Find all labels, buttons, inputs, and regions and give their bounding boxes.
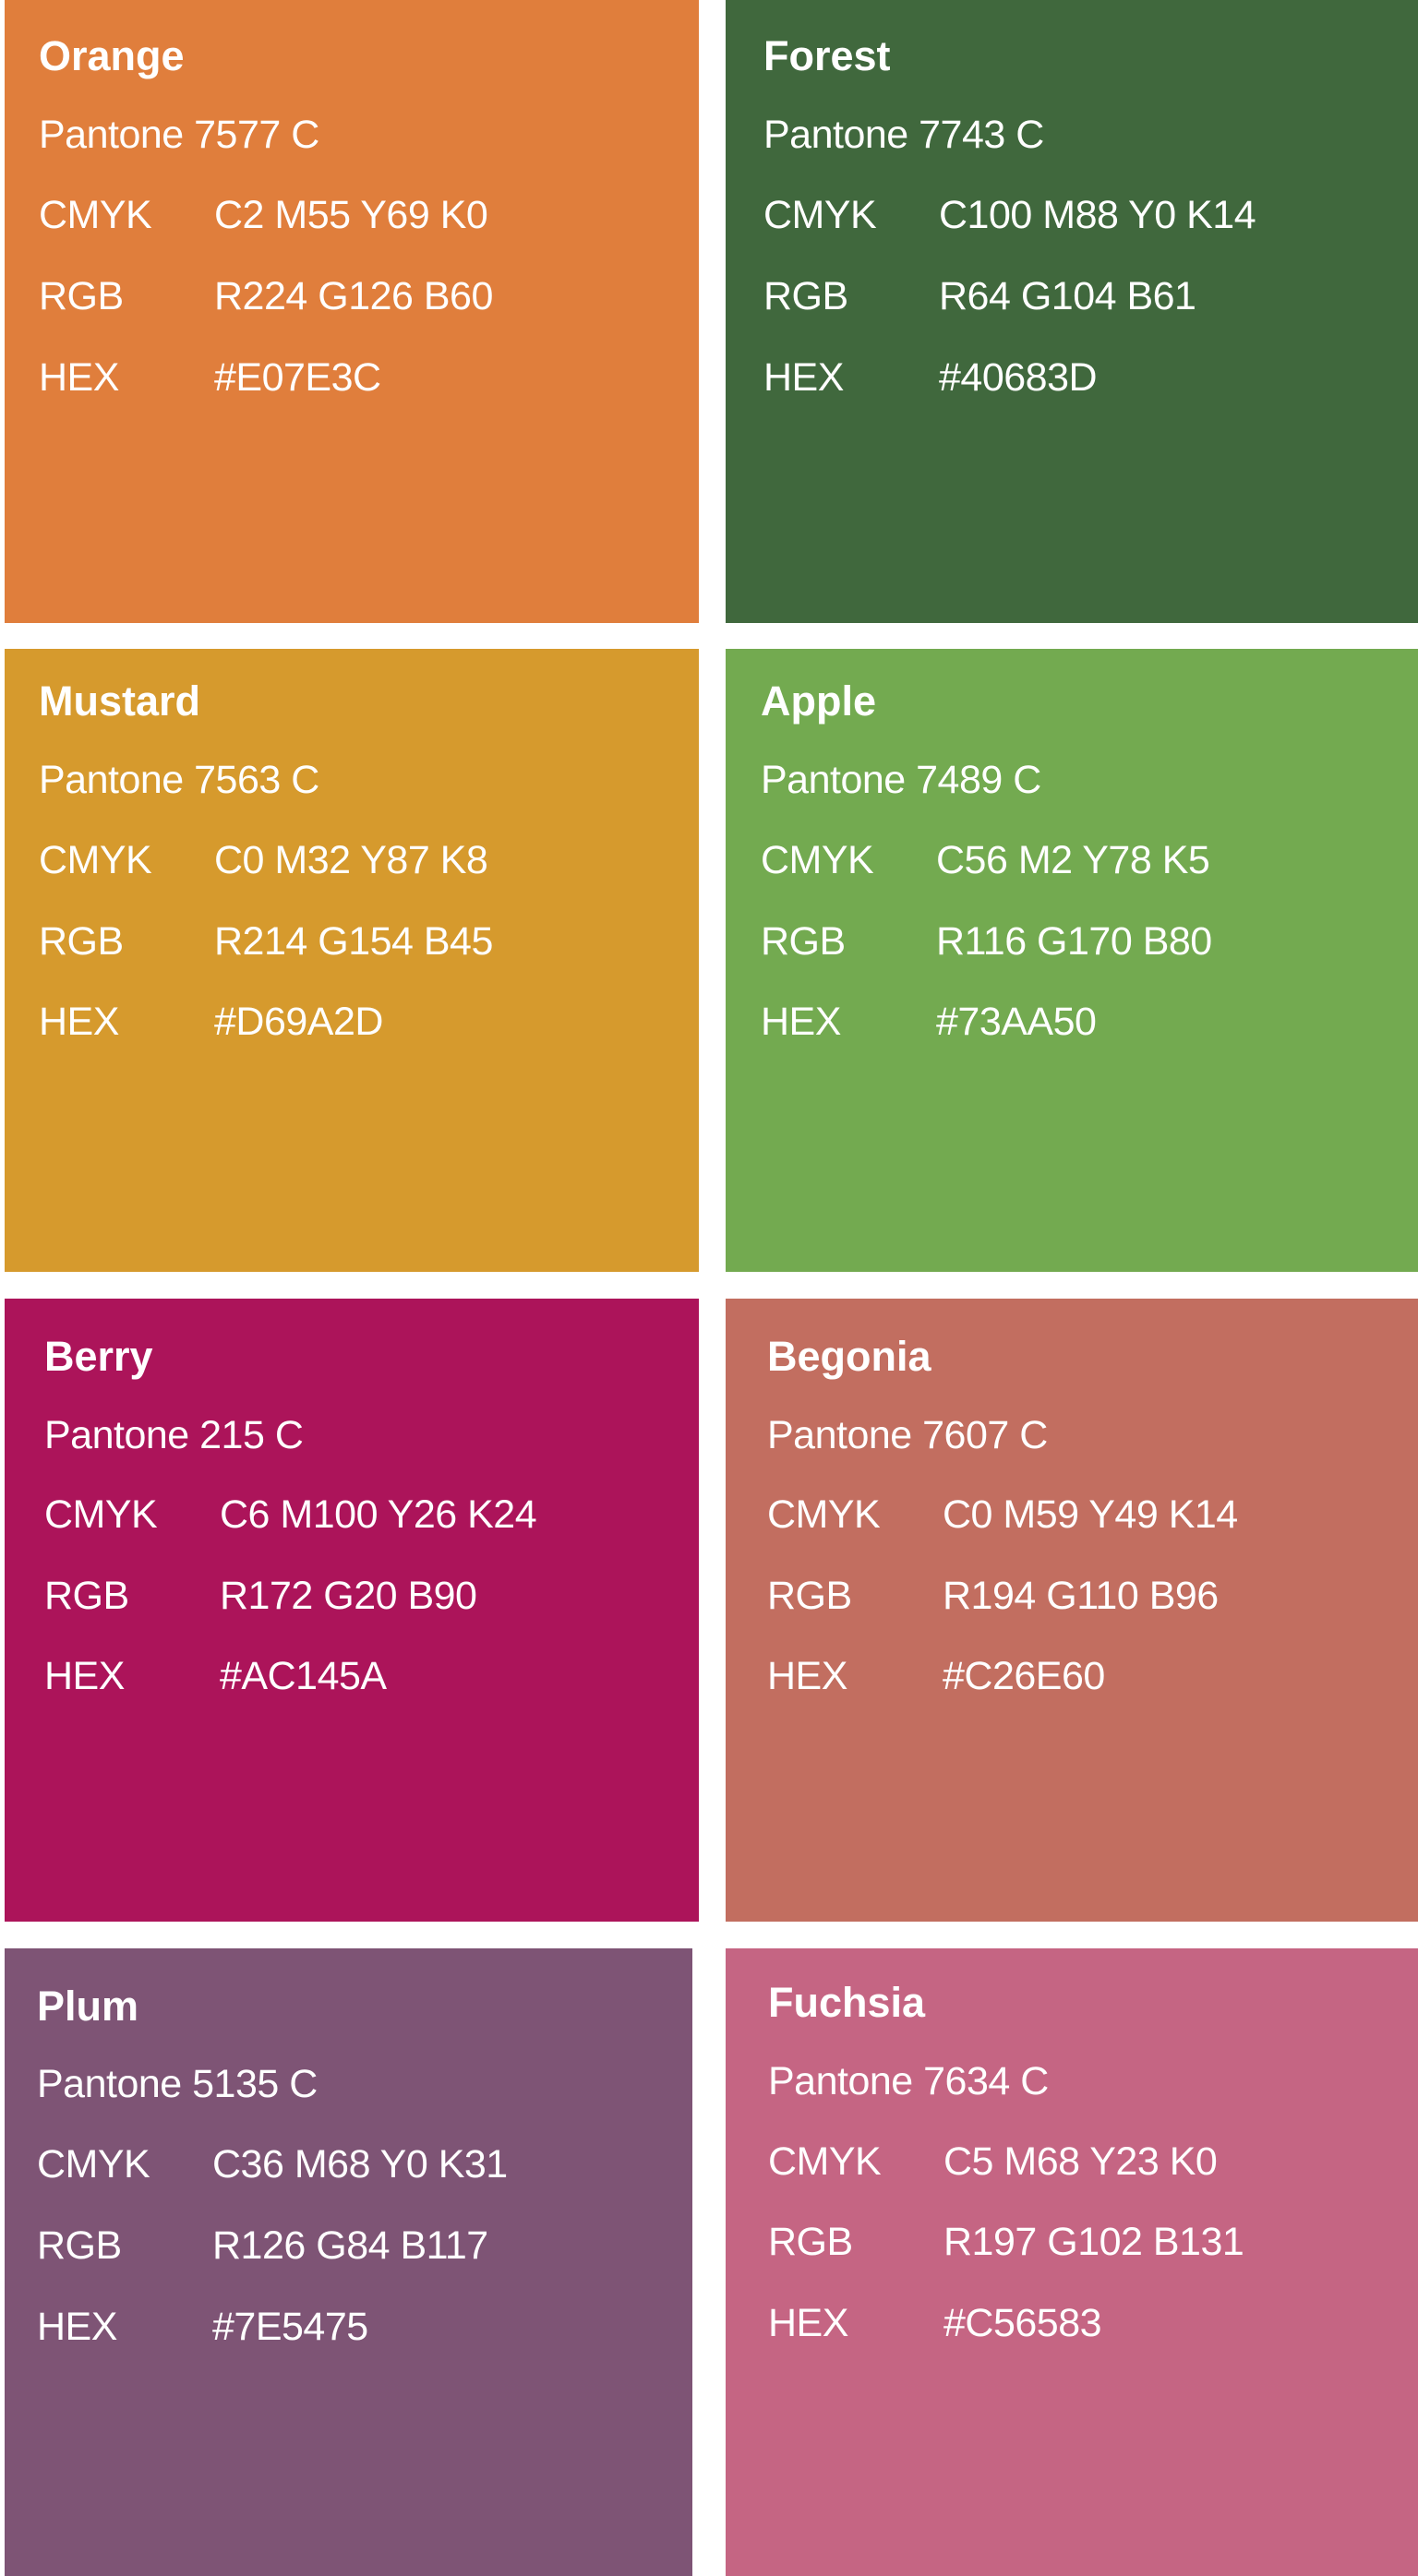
rgb-label: RGB <box>39 274 124 318</box>
swatch-pantone: Pantone 5135 C <box>37 2062 318 2106</box>
hex-value: #E07E3C <box>214 355 381 400</box>
swatch-pantone: Pantone 215 C <box>44 1413 304 1457</box>
hex-value: #D69A2D <box>214 1000 383 1044</box>
hex-label: HEX <box>768 2301 848 2345</box>
swatch-forest: Forest Pantone 7743 C CMYK C100 M88 Y0 K… <box>726 0 1418 623</box>
rgb-label: RGB <box>761 919 846 964</box>
swatch-orange: Orange Pantone 7577 C CMYK C2 M55 Y69 K0… <box>5 0 699 623</box>
swatch-pantone: Pantone 7607 C <box>767 1413 1048 1457</box>
rgb-value: R116 G170 B80 <box>936 919 1212 964</box>
swatch-name: Begonia <box>767 1333 931 1380</box>
swatch-plum: Plum Pantone 5135 C CMYK C36 M68 Y0 K31 … <box>5 1948 692 2576</box>
rgb-label: RGB <box>763 274 848 318</box>
swatch-pantone: Pantone 7743 C <box>763 113 1044 157</box>
swatch-name: Apple <box>761 677 877 725</box>
cmyk-label: CMYK <box>761 838 874 882</box>
cmyk-value: C6 M100 Y26 K24 <box>220 1492 537 1537</box>
swatch-name: Fuchsia <box>768 1979 926 2026</box>
swatch-name: Mustard <box>39 677 201 725</box>
cmyk-value: C36 M68 Y0 K31 <box>212 2142 508 2187</box>
hex-value: #C56583 <box>943 2301 1102 2345</box>
swatch-mustard: Mustard Pantone 7563 C CMYK C0 M32 Y87 K… <box>5 649 699 1272</box>
cmyk-value: C100 M88 Y0 K14 <box>939 193 1256 237</box>
rgb-label: RGB <box>767 1574 852 1618</box>
hex-value: #AC145A <box>220 1654 387 1698</box>
rgb-value: R64 G104 B61 <box>939 274 1196 318</box>
swatch-name: Plum <box>37 1983 139 2030</box>
rgb-value: R224 G126 B60 <box>214 274 493 318</box>
hex-value: #7E5475 <box>212 2305 368 2349</box>
rgb-label: RGB <box>768 2220 853 2264</box>
cmyk-value: C56 M2 Y78 K5 <box>936 838 1210 882</box>
cmyk-value: C0 M59 Y49 K14 <box>943 1492 1238 1537</box>
rgb-value: R126 G84 B117 <box>212 2223 488 2268</box>
cmyk-value: C2 M55 Y69 K0 <box>214 193 488 237</box>
cmyk-label: CMYK <box>39 838 152 882</box>
cmyk-label: CMYK <box>763 193 877 237</box>
swatch-berry: Berry Pantone 215 C CMYK C6 M100 Y26 K24… <box>5 1299 699 1922</box>
hex-label: HEX <box>39 1000 119 1044</box>
swatch-pantone: Pantone 7577 C <box>39 113 319 157</box>
hex-label: HEX <box>767 1654 847 1698</box>
swatch-name: Orange <box>39 32 185 79</box>
hex-value: #40683D <box>939 355 1098 400</box>
swatch-fuchsia: Fuchsia Pantone 7634 C CMYK C5 M68 Y23 K… <box>726 1948 1418 2576</box>
hex-label: HEX <box>761 1000 841 1044</box>
cmyk-label: CMYK <box>37 2142 150 2187</box>
rgb-value: R172 G20 B90 <box>220 1574 477 1618</box>
swatch-name: Forest <box>763 32 891 79</box>
hex-label: HEX <box>37 2305 117 2349</box>
hex-label: HEX <box>763 355 844 400</box>
rgb-value: R197 G102 B131 <box>943 2220 1244 2264</box>
rgb-label: RGB <box>39 919 124 964</box>
hex-label: HEX <box>39 355 119 400</box>
cmyk-label: CMYK <box>44 1492 158 1537</box>
swatch-apple: Apple Pantone 7489 C CMYK C56 M2 Y78 K5 … <box>726 649 1418 1272</box>
swatch-pantone: Pantone 7563 C <box>39 758 319 802</box>
swatch-pantone: Pantone 7489 C <box>761 758 1041 802</box>
cmyk-label: CMYK <box>768 2139 882 2184</box>
cmyk-label: CMYK <box>39 193 152 237</box>
hex-value: #73AA50 <box>936 1000 1097 1044</box>
rgb-value: R194 G110 B96 <box>943 1574 1219 1618</box>
cmyk-value: C0 M32 Y87 K8 <box>214 838 488 882</box>
hex-value: #C26E60 <box>943 1654 1105 1698</box>
swatch-begonia: Begonia Pantone 7607 C CMYK C0 M59 Y49 K… <box>726 1299 1418 1922</box>
cmyk-value: C5 M68 Y23 K0 <box>943 2139 1218 2184</box>
color-palette-grid: Orange Pantone 7577 C CMYK C2 M55 Y69 K0… <box>0 0 1418 2576</box>
rgb-label: RGB <box>37 2223 122 2268</box>
rgb-label: RGB <box>44 1574 129 1618</box>
swatch-pantone: Pantone 7634 C <box>768 2059 1049 2103</box>
hex-label: HEX <box>44 1654 125 1698</box>
rgb-value: R214 G154 B45 <box>214 919 493 964</box>
swatch-name: Berry <box>44 1333 153 1380</box>
cmyk-label: CMYK <box>767 1492 881 1537</box>
